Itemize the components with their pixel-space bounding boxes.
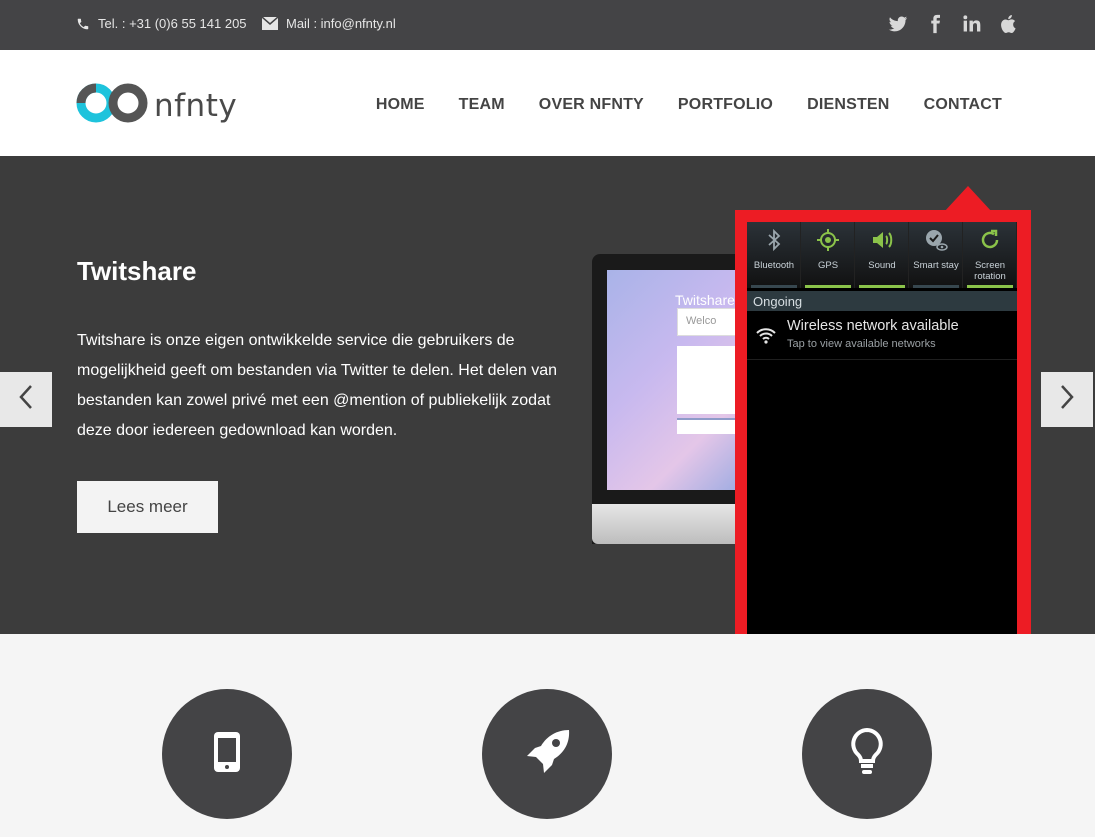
notification-title: Wireless network available <box>787 318 959 334</box>
chevron-right-icon <box>1059 384 1075 415</box>
toggle-state-bar <box>751 285 797 288</box>
nav-team[interactable]: TEAM <box>459 96 505 114</box>
mail-text: Mail : info@nfnty.nl <box>286 16 396 31</box>
gps-icon <box>816 228 840 252</box>
apple-icon[interactable] <box>999 14 1019 34</box>
toggle-label: Bluetooth <box>753 260 795 271</box>
smart-stay-icon <box>924 228 948 252</box>
phone-icon <box>212 730 242 779</box>
nav-over-nfnty[interactable]: OVER NFNTY <box>539 96 644 114</box>
screen-app-title: Twitshare <box>675 292 735 308</box>
social-links <box>888 14 1019 34</box>
toggle-label: Smart stay <box>913 260 959 271</box>
features-section <box>0 634 1095 837</box>
slider-prev-button[interactable] <box>0 372 52 427</box>
toggle-label: Screen rotation <box>974 260 1006 282</box>
toggle-screen-rotation[interactable]: Screen rotation <box>963 222 1017 288</box>
lightbulb-icon <box>849 727 885 782</box>
logo[interactable]: nfnty <box>76 82 237 129</box>
twitter-icon[interactable] <box>888 14 908 34</box>
notification-panel: Bluetooth GPS Sound Smart stay Screen ro… <box>747 222 1017 642</box>
ongoing-header: Ongoing <box>747 291 1017 311</box>
logo-text: nfnty <box>154 87 238 124</box>
toggle-label: GPS <box>817 260 839 271</box>
top-bar: Tel. : +31 (0)6 55 141 205 Mail : info@n… <box>0 0 1095 50</box>
infinity-logo-icon <box>76 82 148 129</box>
mail-contact[interactable]: Mail : info@nfnty.nl <box>262 16 396 31</box>
wifi-icon <box>755 324 777 346</box>
feature-idea <box>802 689 932 819</box>
bluetooth-icon <box>762 228 786 252</box>
toggle-smart-stay[interactable]: Smart stay <box>909 222 963 288</box>
rocket-icon <box>521 726 573 783</box>
read-more-button[interactable]: Lees meer <box>77 481 218 533</box>
mail-icon <box>262 17 278 30</box>
toggle-state-bar <box>859 285 905 288</box>
toggle-state-bar <box>967 285 1013 288</box>
toggle-gps[interactable]: GPS <box>801 222 855 288</box>
nav-diensten[interactable]: DIENSTEN <box>807 96 890 114</box>
phone-contact: Tel. : +31 (0)6 55 141 205 <box>76 16 247 31</box>
rotation-icon <box>978 228 1002 252</box>
slider-next-button[interactable] <box>1041 372 1093 427</box>
wifi-notification[interactable]: Wireless network available Tap to view a… <box>747 312 1017 360</box>
toggle-state-bar <box>913 285 959 288</box>
slide-title: Twitshare <box>77 256 197 286</box>
feature-launch <box>482 689 612 819</box>
nav-contact[interactable]: CONTACT <box>924 96 1002 114</box>
nav-home[interactable]: HOME <box>376 96 425 114</box>
facebook-icon[interactable] <box>925 14 945 34</box>
sound-icon <box>870 228 894 252</box>
toggle-sound[interactable]: Sound <box>855 222 909 288</box>
toggle-state-bar <box>805 285 851 288</box>
highlight-pointer <box>944 186 992 212</box>
notification-subtitle: Tap to view available networks <box>787 338 936 350</box>
main-nav: HOME TEAM OVER NFNTY PORTFOLIO DIENSTEN … <box>376 96 1002 114</box>
linkedin-icon[interactable] <box>962 14 982 34</box>
site-header: nfnty HOME TEAM OVER NFNTY PORTFOLIO DIE… <box>0 50 1095 156</box>
nav-portfolio[interactable]: PORTFOLIO <box>678 96 773 114</box>
quick-settings: Bluetooth GPS Sound Smart stay Screen ro… <box>747 222 1017 288</box>
phone-icon <box>76 17 90 31</box>
chevron-left-icon <box>18 384 34 415</box>
slide-description: Twitshare is onze eigen ontwikkelde serv… <box>77 332 557 439</box>
feature-mobile <box>162 689 292 819</box>
phone-text: Tel. : +31 (0)6 55 141 205 <box>98 16 247 31</box>
toggle-bluetooth[interactable]: Bluetooth <box>747 222 801 288</box>
toggle-label: Sound <box>868 260 896 271</box>
